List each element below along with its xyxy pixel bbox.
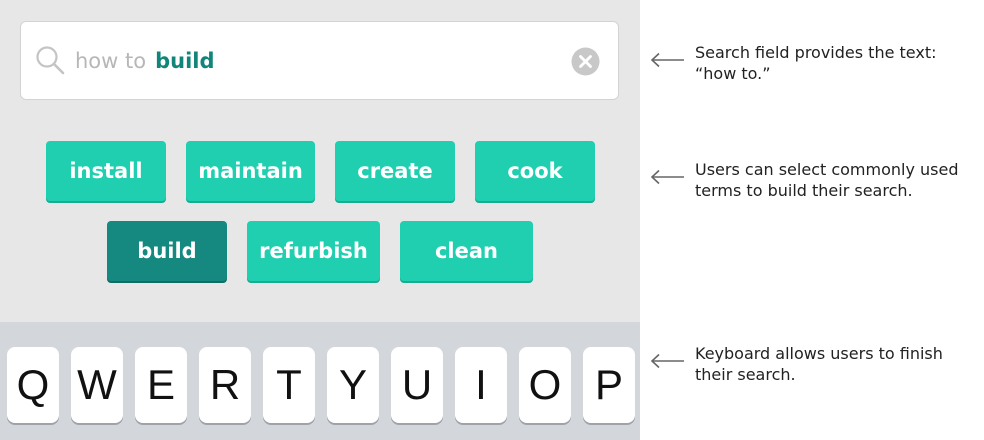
key-w[interactable]: W [71,347,123,423]
chip-install[interactable]: install [46,141,166,201]
chip-maintain[interactable]: maintain [186,141,315,201]
key-e[interactable]: E [135,347,187,423]
key-p[interactable]: P [583,347,635,423]
key-q[interactable]: Q [7,347,59,423]
chip-refurbish[interactable]: refurbish [247,221,380,281]
keyboard: Q W E R T Y U I O P [0,322,640,440]
key-u[interactable]: U [391,347,443,423]
phone-screen: how to build install maintain create cook… [0,0,640,440]
chip-clean[interactable]: clean [400,221,533,281]
search-field[interactable]: how to build [20,21,619,100]
annotated-screen: how to build install maintain create cook… [0,0,984,440]
annotation-text: Keyboard allows users to finish their se… [695,344,943,384]
arrow-left-icon [650,169,684,185]
search-icon [36,46,65,75]
chip-cook[interactable]: cook [475,141,595,201]
arrow-left-icon [650,353,684,369]
annotation-text: Search field provides the text: “how to.… [695,43,937,83]
chip-build[interactable]: build [107,221,227,281]
key-o[interactable]: O [519,347,571,423]
key-t[interactable]: T [263,347,315,423]
search-query[interactable]: how to build [75,46,215,76]
search-term: build [155,49,215,73]
annotation-text: Users can select commonly used terms to … [695,160,959,200]
key-r[interactable]: R [199,347,251,423]
chip-create[interactable]: create [335,141,455,201]
clear-icon[interactable] [571,47,600,76]
search-prefix: how to [75,49,147,73]
key-y[interactable]: Y [327,347,379,423]
arrow-left-icon [650,52,684,68]
key-i[interactable]: I [455,347,507,423]
